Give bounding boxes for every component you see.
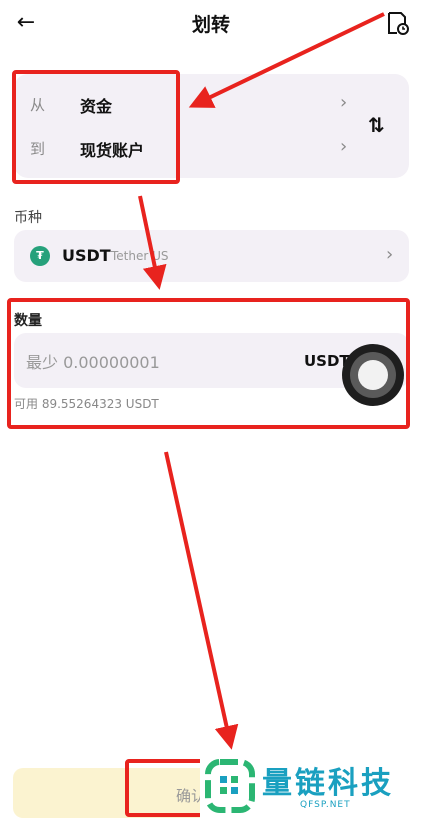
watermark-url: QFSP.NET: [300, 800, 351, 810]
annotation-arrows: [138, 12, 385, 750]
arrow-to-accounts: [188, 12, 385, 108]
watermark-title: 量链科技: [262, 766, 394, 801]
arrow-to-amount: [138, 195, 167, 290]
arrow-to-confirm: [164, 451, 239, 750]
watermark-logo-icon: [204, 758, 256, 814]
